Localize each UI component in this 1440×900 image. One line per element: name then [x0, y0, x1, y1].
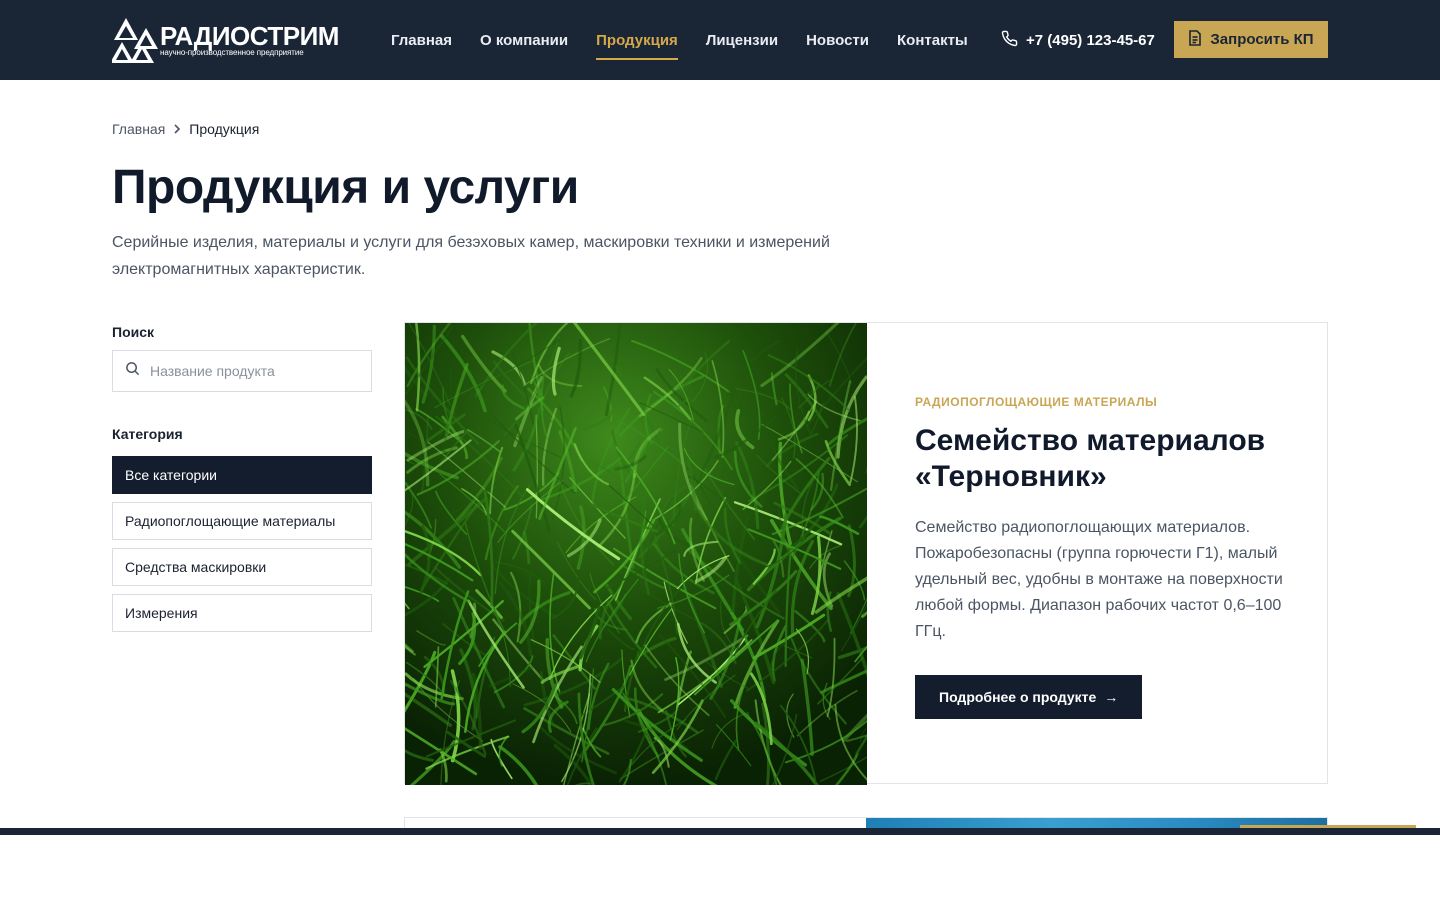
nav-item-news[interactable]: Новости — [806, 0, 869, 80]
nav-item-home[interactable]: Главная — [391, 0, 452, 80]
logo-name: РАДИОСТРИМ — [160, 21, 339, 51]
category-label: Категория — [112, 426, 183, 442]
nav-item-contacts[interactable]: Контакты — [897, 0, 968, 80]
product-category: Радиопоглощающие материалы — [915, 395, 1158, 409]
category-measurements[interactable]: Измерения — [112, 594, 372, 632]
main-nav: Главная О компании Продукция Лицензии Но… — [391, 0, 996, 80]
product-title: Семейство материалов «Терновник» — [915, 424, 1266, 493]
search-field[interactable] — [112, 350, 372, 392]
product-details-label: Подробнее о продукте — [939, 689, 1097, 705]
page-title: Продукция и услуги — [112, 161, 579, 214]
document-icon — [1188, 29, 1210, 50]
logo[interactable]: РАДИОСТРИМ научно-производственное предп… — [110, 15, 339, 65]
logo-tagline: научно-производственное предприятие — [160, 48, 304, 57]
breadcrumb: Главная Продукция — [112, 121, 259, 137]
category-all[interactable]: Все категории — [112, 456, 372, 494]
nav-item-licenses[interactable]: Лицензии — [706, 0, 778, 80]
product-description: Семейство радиопоглощающих материалов. П… — [915, 519, 1283, 640]
nav-item-about[interactable]: О компании — [480, 0, 568, 80]
page-subtitle: Серийные изделия, материалы и услуги для… — [112, 234, 830, 278]
product-details-button[interactable]: Подробнее о продукте → — [915, 675, 1143, 719]
search-input[interactable] — [150, 363, 350, 379]
search-label: Поиск — [112, 324, 155, 340]
product-info: Радиопоглощающие материалы Семейство мат… — [915, 395, 1287, 719]
category-radio-absorbing[interactable]: Радиопоглощающие материалы — [112, 502, 372, 540]
phone-link[interactable]: +7 (495) 123-45-67 — [1001, 28, 1155, 52]
request-quote-button[interactable]: Запросить КП — [1174, 21, 1328, 58]
breadcrumb-home[interactable]: Главная — [112, 121, 165, 137]
phone-number: +7 (495) 123-45-67 — [1026, 31, 1155, 49]
arrow-right-icon: → — [1104, 689, 1119, 705]
phone-icon — [1001, 30, 1026, 51]
breadcrumb-current: Продукция — [189, 121, 260, 137]
chevron-right-icon — [173, 121, 181, 137]
nav-item-products[interactable]: Продукция — [596, 0, 678, 80]
category-camouflage[interactable]: Средства маскировки — [112, 548, 372, 586]
search-icon — [125, 361, 140, 381]
product-card: Радиопоглощающие материалы Семейство мат… — [404, 322, 1328, 785]
request-quote-label: Запросить КП — [1210, 31, 1314, 48]
product-image[interactable] — [405, 323, 867, 785]
bottom-bar — [0, 828, 1440, 835]
site-header: РАДИОСТРИМ научно-производственное предп… — [0, 0, 1440, 80]
logo-mark-icon — [110, 16, 158, 64]
